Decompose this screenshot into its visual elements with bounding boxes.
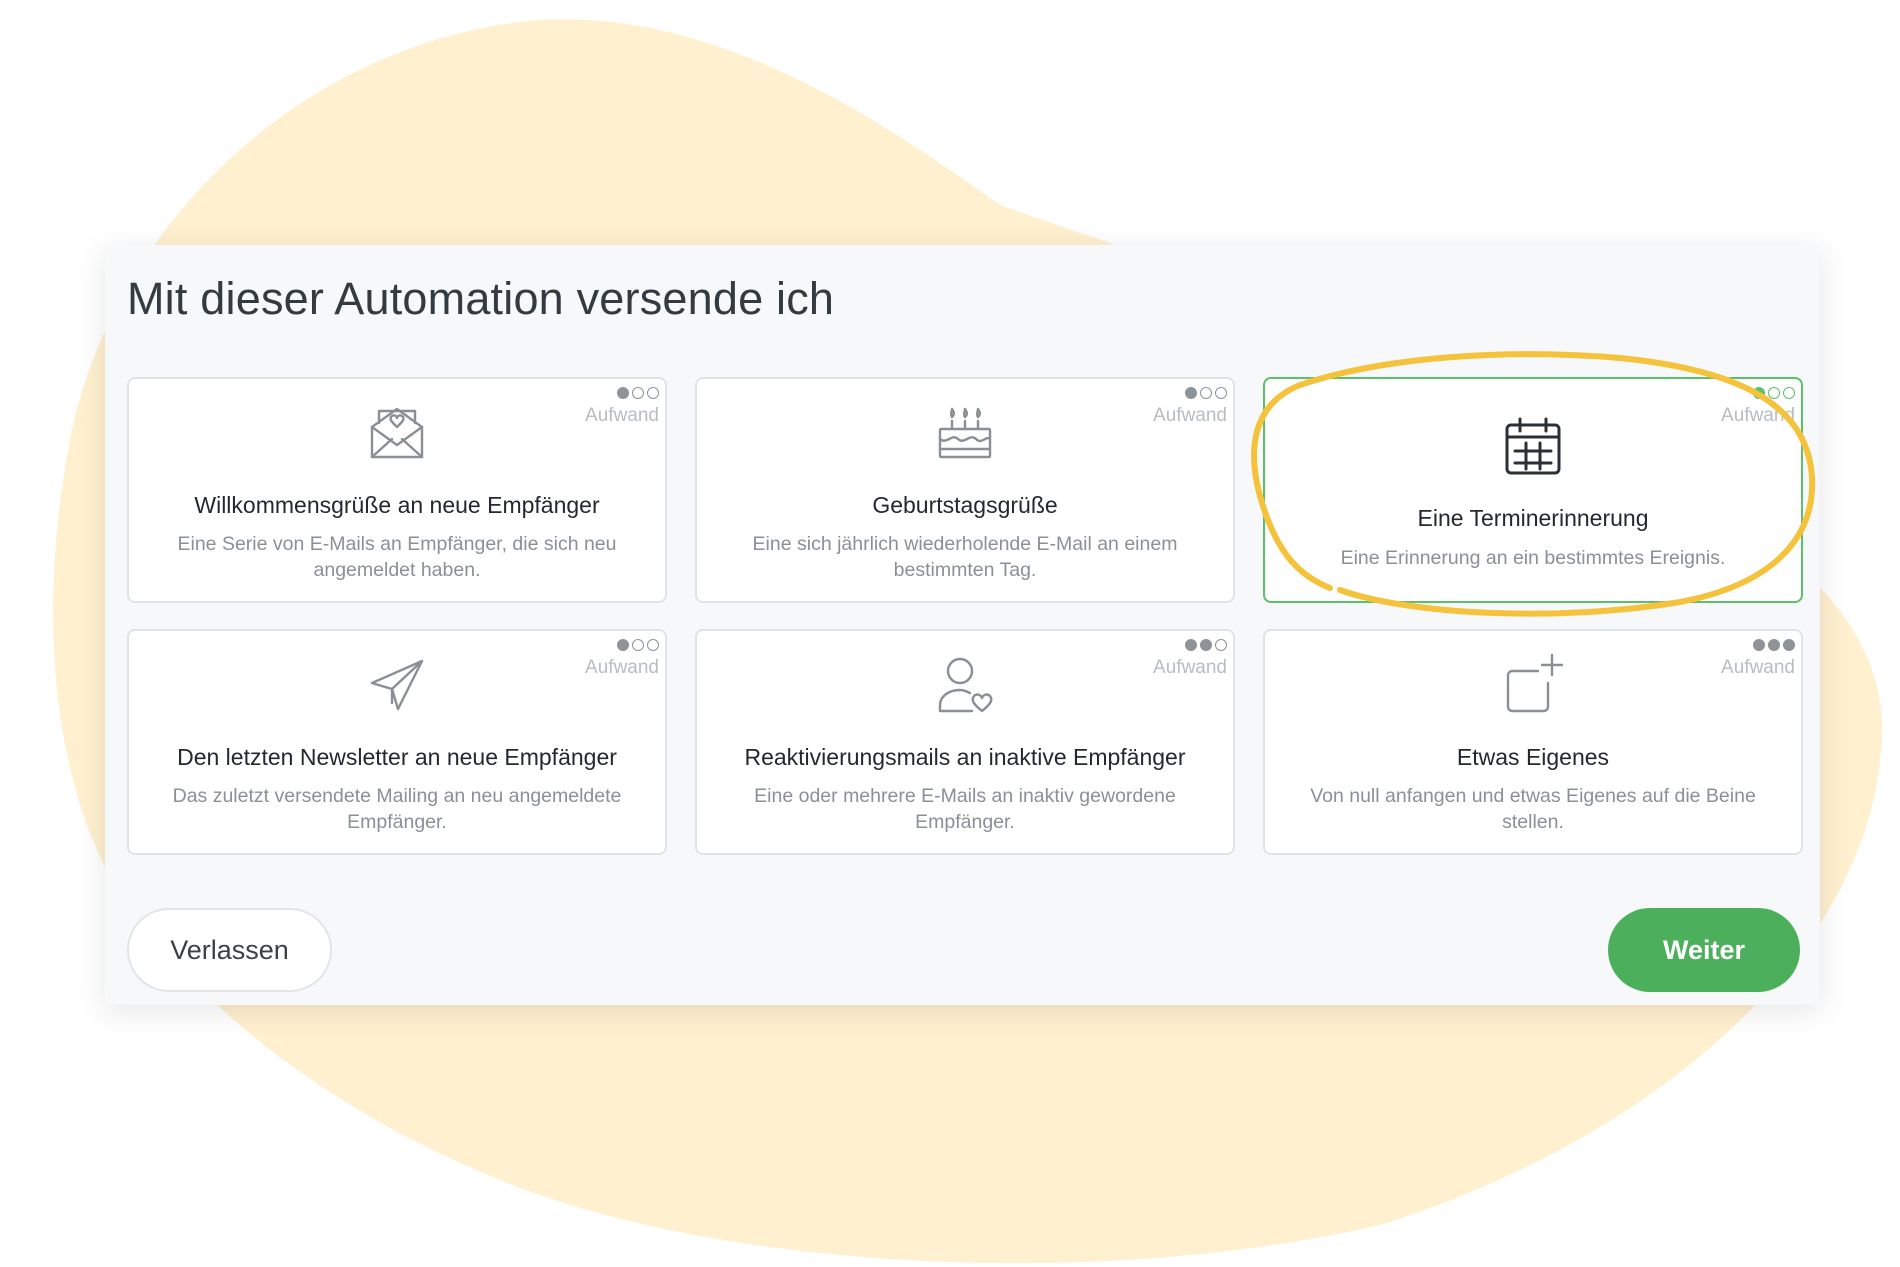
effort-dot — [632, 639, 644, 651]
effort-dot — [1215, 639, 1227, 651]
effort-dot — [1185, 639, 1197, 651]
card-description: Das zuletzt versendete Mailing an neu an… — [172, 785, 622, 833]
card-description: Eine Serie von E-Mails an Empfänger, die… — [177, 533, 617, 581]
card-title: Willkommensgrüße an neue Empfänger — [194, 492, 600, 518]
effort-indicator: Aufwand — [569, 639, 659, 679]
card-title: Den letzten Newsletter an neue Empfänger — [177, 744, 617, 770]
stage: Mit dieser Automation versende ich Aufwa… — [0, 0, 1900, 1267]
card-welcome[interactable]: Aufwand Willkommensgrüße an neue Empfäng… — [127, 377, 667, 603]
effort-dot — [1768, 387, 1780, 399]
card-last-newsletter[interactable]: Aufwand Den letzten Newsletter an neue E… — [127, 629, 667, 855]
effort-dot — [1783, 387, 1795, 399]
user-heart-icon — [938, 657, 993, 713]
card-description: Eine oder mehrere E-Mails an inaktiv gew… — [754, 785, 1176, 833]
card-description: Eine Erinnerung an ein bestimmtes Ereign… — [1340, 547, 1726, 569]
effort-label: Aufwand — [585, 657, 659, 678]
effort-indicator: Aufwand — [1137, 639, 1227, 679]
card-description: Eine sich jährlich wiederholende E-Mail … — [752, 533, 1178, 581]
effort-label: Aufwand — [1153, 657, 1227, 678]
card-reactivation[interactable]: Aufwand Reaktivierungsmails an inaktive … — [695, 629, 1235, 855]
add-square-icon — [1506, 653, 1564, 713]
effort-label: Aufwand — [1153, 405, 1227, 426]
effort-dot — [1753, 387, 1765, 399]
effort-dot — [1753, 639, 1765, 651]
dialog-title: Mit dieser Automation versende ich — [127, 273, 835, 324]
automation-dialog: Mit dieser Automation versende ich Aufwa… — [105, 245, 1820, 1005]
effort-dot — [1768, 639, 1780, 651]
effort-label: Aufwand — [1721, 405, 1795, 426]
effort-dot — [647, 387, 659, 399]
card-description: Von null anfangen und etwas Eigenes auf … — [1310, 785, 1756, 833]
effort-dot — [632, 387, 644, 399]
effort-label: Aufwand — [585, 405, 659, 426]
effort-dot — [617, 387, 629, 399]
card-title: Geburtstagsgrüße — [872, 492, 1058, 518]
next-button[interactable]: Weiter — [1608, 908, 1800, 992]
effort-label: Aufwand — [1721, 657, 1795, 678]
effort-dot — [1200, 387, 1212, 399]
effort-dot — [1215, 387, 1227, 399]
effort-indicator: Aufwand — [1705, 387, 1795, 427]
card-title: Eine Terminerinnerung — [1417, 505, 1649, 531]
card-custom[interactable]: Aufwand Etwas Eigenes Von null anfangen … — [1263, 629, 1803, 855]
paper-plane-icon — [370, 659, 424, 711]
effort-dot — [1200, 639, 1212, 651]
effort-indicator: Aufwand — [1705, 639, 1795, 679]
effort-dot — [1185, 387, 1197, 399]
effort-indicator: Aufwand — [1137, 387, 1227, 427]
card-birthday[interactable]: Aufwand Geburtstagsgrüße Eine sich jährl… — [695, 377, 1235, 603]
card-title: Reaktivierungsmails an inaktive Empfänge… — [744, 744, 1186, 770]
effort-dot — [617, 639, 629, 651]
envelope-heart-icon — [370, 407, 424, 459]
calendar-icon — [1505, 417, 1561, 475]
card-appointment-reminder[interactable]: Aufwand Eine Terminerinnerung Eine Erinn… — [1263, 377, 1803, 603]
effort-indicator: Aufwand — [569, 387, 659, 427]
birthday-cake-icon — [938, 407, 992, 459]
card-title: Etwas Eigenes — [1456, 744, 1610, 770]
leave-button[interactable]: Verlassen — [127, 908, 332, 992]
effort-dot — [1783, 639, 1795, 651]
effort-dot — [647, 639, 659, 651]
